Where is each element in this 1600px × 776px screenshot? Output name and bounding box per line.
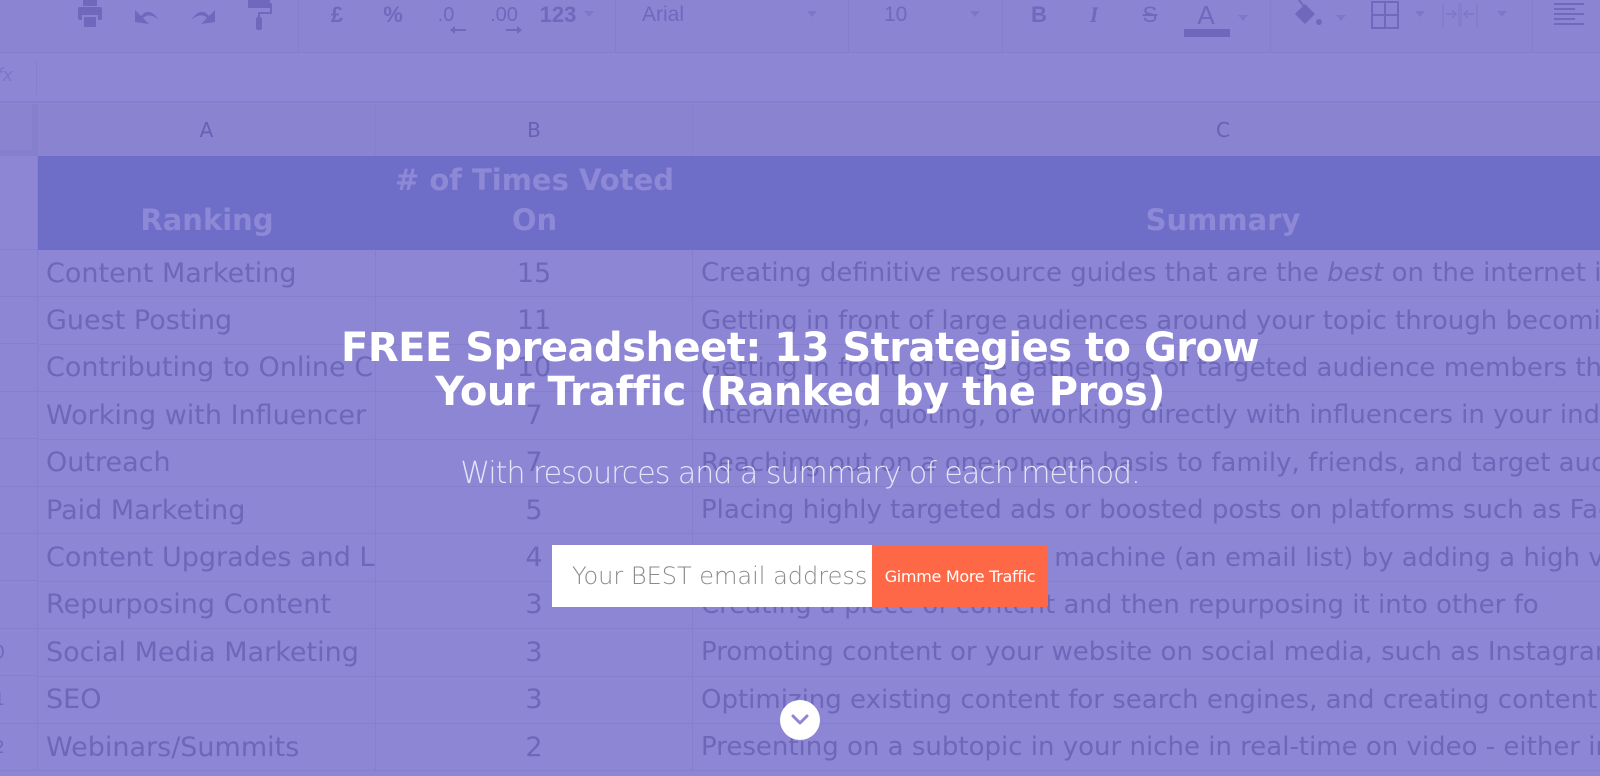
scroll-down-button[interactable] [780,700,820,740]
email-signup-form: Gimme More Traffic [552,545,1048,607]
hero-subtitle: With resources and a summary of each met… [460,456,1140,491]
chevron-down-icon [791,714,809,725]
hero-overlay: FREE Spreadsheet: 13 Strategies to Grow … [0,0,1600,776]
hero-title-line-1: FREE Spreadsheet: 13 Strategies to Grow [341,325,1259,371]
email-input[interactable] [552,545,872,607]
hero-title-line-2: Your Traffic (Ranked by the Pros) [435,369,1165,415]
hero-title: FREE Spreadsheet: 13 Strategies to Grow … [0,326,1600,414]
gimme-more-traffic-button[interactable]: Gimme More Traffic [872,545,1048,607]
